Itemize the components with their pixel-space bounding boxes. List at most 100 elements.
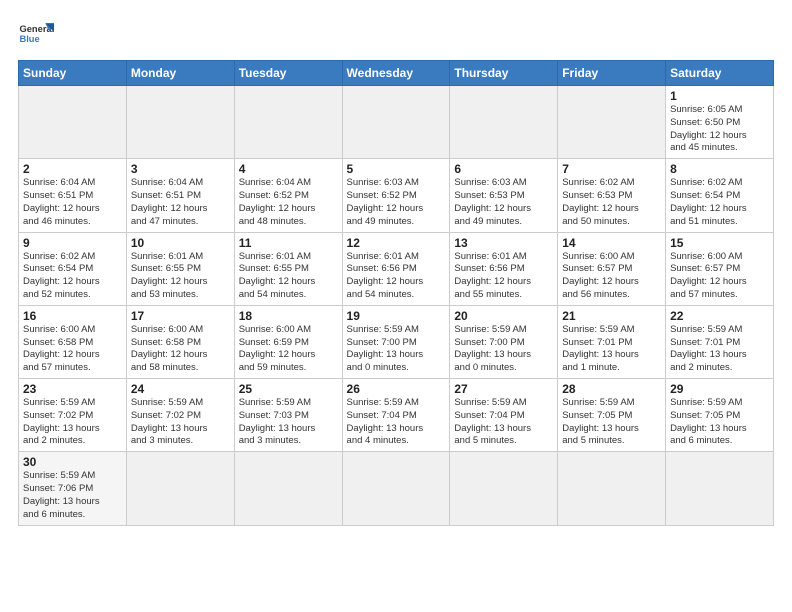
calendar-cell (234, 86, 342, 159)
day-number: 27 (454, 382, 553, 396)
calendar-cell: 5Sunrise: 6:03 AM Sunset: 6:52 PM Daylig… (342, 159, 450, 232)
calendar-cell: 29Sunrise: 5:59 AM Sunset: 7:05 PM Dayli… (666, 379, 774, 452)
calendar-cell: 28Sunrise: 5:59 AM Sunset: 7:05 PM Dayli… (558, 379, 666, 452)
calendar-cell: 3Sunrise: 6:04 AM Sunset: 6:51 PM Daylig… (126, 159, 234, 232)
week-row-2: 2 Sunrise: 6:04 AM Sunset: 6:51 PM Daylig… (19, 159, 774, 232)
day-number: 15 (670, 236, 769, 250)
weekday-header-saturday: Saturday (666, 61, 774, 86)
day-number: 17 (131, 309, 230, 323)
day-info: Sunrise: 5:59 AM Sunset: 7:06 PM Dayligh… (23, 470, 122, 521)
day-number: 29 (670, 382, 769, 396)
day-info: Sunrise: 6:04 AM Sunset: 6:51 PM Dayligh… (131, 177, 230, 228)
calendar-cell: 19Sunrise: 5:59 AM Sunset: 7:00 PM Dayli… (342, 305, 450, 378)
calendar-cell (342, 452, 450, 525)
day-info: Sunrise: 5:59 AM Sunset: 7:00 PM Dayligh… (347, 324, 446, 375)
calendar-cell (666, 452, 774, 525)
day-number: 13 (454, 236, 553, 250)
weekday-header-tuesday: Tuesday (234, 61, 342, 86)
calendar-cell: 13Sunrise: 6:01 AM Sunset: 6:56 PM Dayli… (450, 232, 558, 305)
calendar-cell: 21Sunrise: 5:59 AM Sunset: 7:01 PM Dayli… (558, 305, 666, 378)
day-number: 20 (454, 309, 553, 323)
calendar-cell: 7Sunrise: 6:02 AM Sunset: 6:53 PM Daylig… (558, 159, 666, 232)
day-info: Sunrise: 5:59 AM Sunset: 7:01 PM Dayligh… (562, 324, 661, 375)
day-info: Sunrise: 5:59 AM Sunset: 7:02 PM Dayligh… (23, 397, 122, 448)
calendar-cell: 27Sunrise: 5:59 AM Sunset: 7:04 PM Dayli… (450, 379, 558, 452)
day-info: Sunrise: 6:01 AM Sunset: 6:55 PM Dayligh… (239, 251, 338, 302)
day-number: 1 (670, 89, 769, 103)
header: General Blue (18, 16, 774, 52)
day-info: Sunrise: 5:59 AM Sunset: 7:02 PM Dayligh… (131, 397, 230, 448)
day-info: Sunrise: 6:03 AM Sunset: 6:52 PM Dayligh… (347, 177, 446, 228)
week-row-5: 23Sunrise: 5:59 AM Sunset: 7:02 PM Dayli… (19, 379, 774, 452)
day-info: Sunrise: 6:03 AM Sunset: 6:53 PM Dayligh… (454, 177, 553, 228)
day-number: 28 (562, 382, 661, 396)
calendar-cell: 14Sunrise: 6:00 AM Sunset: 6:57 PM Dayli… (558, 232, 666, 305)
day-number: 4 (239, 162, 338, 176)
day-number: 6 (454, 162, 553, 176)
day-number: 26 (347, 382, 446, 396)
day-number: 8 (670, 162, 769, 176)
calendar-cell: 22Sunrise: 5:59 AM Sunset: 7:01 PM Dayli… (666, 305, 774, 378)
day-info: Sunrise: 6:00 AM Sunset: 6:58 PM Dayligh… (131, 324, 230, 375)
calendar-cell: 10Sunrise: 6:01 AM Sunset: 6:55 PM Dayli… (126, 232, 234, 305)
weekday-header-thursday: Thursday (450, 61, 558, 86)
day-number: 2 (23, 162, 122, 176)
day-info: Sunrise: 5:59 AM Sunset: 7:03 PM Dayligh… (239, 397, 338, 448)
day-number: 19 (347, 309, 446, 323)
day-number: 16 (23, 309, 122, 323)
calendar-cell: 17Sunrise: 6:00 AM Sunset: 6:58 PM Dayli… (126, 305, 234, 378)
day-info: Sunrise: 5:59 AM Sunset: 7:00 PM Dayligh… (454, 324, 553, 375)
day-number: 10 (131, 236, 230, 250)
week-row-3: 9Sunrise: 6:02 AM Sunset: 6:54 PM Daylig… (19, 232, 774, 305)
day-info: Sunrise: 6:05 AM Sunset: 6:50 PM Dayligh… (670, 104, 769, 155)
day-number: 23 (23, 382, 122, 396)
calendar: SundayMondayTuesdayWednesdayThursdayFrid… (18, 60, 774, 526)
week-row-4: 16Sunrise: 6:00 AM Sunset: 6:58 PM Dayli… (19, 305, 774, 378)
day-number: 9 (23, 236, 122, 250)
day-number: 3 (131, 162, 230, 176)
day-info: Sunrise: 6:00 AM Sunset: 6:58 PM Dayligh… (23, 324, 122, 375)
calendar-cell: 20Sunrise: 5:59 AM Sunset: 7:00 PM Dayli… (450, 305, 558, 378)
day-info: Sunrise: 6:00 AM Sunset: 6:59 PM Dayligh… (239, 324, 338, 375)
calendar-cell: 1Sunrise: 6:05 AM Sunset: 6:50 PM Daylig… (666, 86, 774, 159)
day-info: Sunrise: 6:02 AM Sunset: 6:54 PM Dayligh… (23, 251, 122, 302)
calendar-cell (558, 452, 666, 525)
day-number: 11 (239, 236, 338, 250)
day-number: 12 (347, 236, 446, 250)
calendar-cell (450, 452, 558, 525)
day-number: 24 (131, 382, 230, 396)
day-number: 25 (239, 382, 338, 396)
weekday-header-monday: Monday (126, 61, 234, 86)
weekday-header-sunday: Sunday (19, 61, 127, 86)
week-row-1: 1Sunrise: 6:05 AM Sunset: 6:50 PM Daylig… (19, 86, 774, 159)
day-number: 7 (562, 162, 661, 176)
calendar-cell: 12Sunrise: 6:01 AM Sunset: 6:56 PM Dayli… (342, 232, 450, 305)
day-info: Sunrise: 5:59 AM Sunset: 7:05 PM Dayligh… (670, 397, 769, 448)
day-info: Sunrise: 5:59 AM Sunset: 7:04 PM Dayligh… (347, 397, 446, 448)
weekday-header-row: SundayMondayTuesdayWednesdayThursdayFrid… (19, 61, 774, 86)
day-info: Sunrise: 5:59 AM Sunset: 7:05 PM Dayligh… (562, 397, 661, 448)
day-number: 30 (23, 455, 122, 469)
day-info: Sunrise: 6:01 AM Sunset: 6:56 PM Dayligh… (347, 251, 446, 302)
calendar-cell: 6Sunrise: 6:03 AM Sunset: 6:53 PM Daylig… (450, 159, 558, 232)
day-info: Sunrise: 6:01 AM Sunset: 6:55 PM Dayligh… (131, 251, 230, 302)
day-number: 21 (562, 309, 661, 323)
day-info: Sunrise: 6:02 AM Sunset: 6:53 PM Dayligh… (562, 177, 661, 228)
calendar-cell (126, 452, 234, 525)
calendar-cell: 23Sunrise: 5:59 AM Sunset: 7:02 PM Dayli… (19, 379, 127, 452)
day-number: 14 (562, 236, 661, 250)
day-info: Sunrise: 6:04 AM Sunset: 6:52 PM Dayligh… (239, 177, 338, 228)
week-row-6: 30Sunrise: 5:59 AM Sunset: 7:06 PM Dayli… (19, 452, 774, 525)
day-info: Sunrise: 5:59 AM Sunset: 7:01 PM Dayligh… (670, 324, 769, 375)
calendar-cell: 30Sunrise: 5:59 AM Sunset: 7:06 PM Dayli… (19, 452, 127, 525)
calendar-cell: 9Sunrise: 6:02 AM Sunset: 6:54 PM Daylig… (19, 232, 127, 305)
calendar-cell: 26Sunrise: 5:59 AM Sunset: 7:04 PM Dayli… (342, 379, 450, 452)
page: General Blue SundayMondayTuesdayWednesda… (0, 0, 792, 536)
calendar-cell: 8Sunrise: 6:02 AM Sunset: 6:54 PM Daylig… (666, 159, 774, 232)
calendar-cell: 2Sunrise: 6:04 AM Sunset: 6:51 PM Daylig… (19, 159, 127, 232)
day-info: Sunrise: 6:00 AM Sunset: 6:57 PM Dayligh… (562, 251, 661, 302)
weekday-header-friday: Friday (558, 61, 666, 86)
calendar-cell (19, 86, 127, 159)
day-info: Sunrise: 6:02 AM Sunset: 6:54 PM Dayligh… (670, 177, 769, 228)
calendar-cell: 16Sunrise: 6:00 AM Sunset: 6:58 PM Dayli… (19, 305, 127, 378)
